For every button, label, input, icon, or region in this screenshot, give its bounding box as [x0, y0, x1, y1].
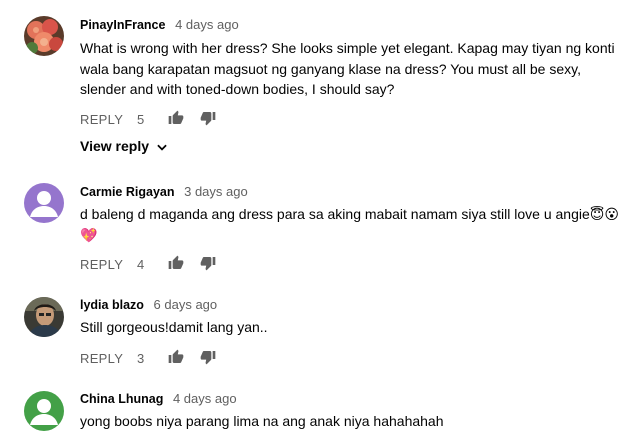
- avatar[interactable]: [24, 391, 64, 431]
- avatar[interactable]: [24, 16, 64, 56]
- thumbs-up-icon[interactable]: [168, 349, 184, 365]
- comment-author[interactable]: Carmie Rigayan: [80, 185, 174, 199]
- avatar-image: [24, 297, 64, 337]
- chevron-down-icon: [157, 144, 167, 151]
- comment-timestamp[interactable]: 6 days ago: [154, 297, 218, 312]
- avatar[interactable]: [24, 297, 64, 337]
- comment-text: What is wrong with her dress? She looks …: [80, 38, 625, 100]
- comment-author[interactable]: China Lhunag: [80, 392, 163, 406]
- like-count: 3: [137, 351, 145, 366]
- comment-author[interactable]: lydia blazo: [80, 298, 144, 312]
- avatar-image: [24, 16, 64, 56]
- comment-timestamp[interactable]: 4 days ago: [175, 17, 239, 32]
- thumbs-up-icon[interactable]: [168, 255, 184, 271]
- thumbs-down-icon[interactable]: [200, 110, 216, 126]
- comment-text-line: Still gorgeous!damit lang yan..: [80, 319, 268, 335]
- avatar[interactable]: [24, 183, 64, 223]
- comment-text: d baleng d maganda ang dress para sa aki…: [80, 204, 625, 245]
- comment-timestamp[interactable]: 4 days ago: [173, 391, 237, 406]
- thumbs-down-icon[interactable]: [200, 255, 216, 271]
- comment-text: Still gorgeous!damit lang yan..: [80, 317, 625, 338]
- comment-timestamp[interactable]: 3 days ago: [184, 184, 248, 199]
- like-count: 4: [137, 257, 145, 272]
- reply-button[interactable]: REPLY: [80, 351, 123, 366]
- comment-text-line: yong boobs niya parang lima na ang anak …: [80, 413, 444, 429]
- comment-text-line: wala bang karapatan magsuot ng ganyang k…: [80, 60, 581, 77]
- comment-text-line: What is wrong with her dress? She looks …: [80, 40, 615, 56]
- reply-button[interactable]: REPLY: [80, 257, 123, 272]
- reply-button[interactable]: REPLY: [80, 112, 123, 127]
- comment-text-line: 💖: [80, 226, 98, 243]
- comment-text-line: slender and with toned-down bodies, I sh…: [80, 81, 395, 97]
- default-user-icon: [24, 391, 64, 431]
- comment-author[interactable]: PinayInFrance: [80, 18, 165, 32]
- default-user-icon: [24, 183, 64, 223]
- like-count: 5: [137, 112, 145, 127]
- thumbs-up-icon[interactable]: [168, 110, 184, 126]
- comment-text: yong boobs niya parang lima na ang anak …: [80, 411, 625, 432]
- thumbs-down-icon[interactable]: [200, 349, 216, 365]
- comment-text-line: d baleng d maganda ang dress para sa aki…: [80, 206, 619, 222]
- view-reply-button[interactable]: View reply: [80, 138, 169, 154]
- view-reply-label: View reply: [80, 138, 150, 154]
